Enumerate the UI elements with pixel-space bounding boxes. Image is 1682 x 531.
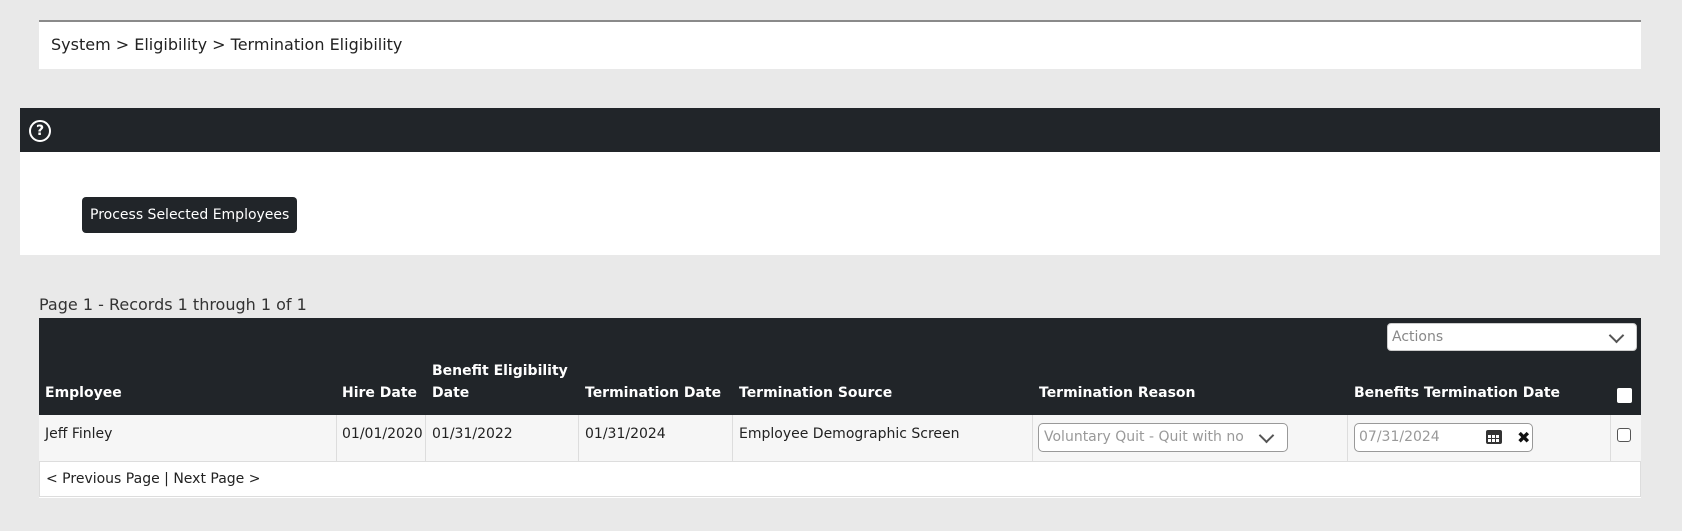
- column-header-employee[interactable]: Employee: [45, 382, 122, 404]
- process-selected-employees-button[interactable]: Process Selected Employees: [82, 197, 298, 233]
- panel-header: ?: [20, 108, 1660, 152]
- column-header-benefit-eligibility-date[interactable]: Benefit Eligibility Date: [432, 360, 568, 404]
- termination-grid: Actions Employee Hire Date Benefit Eligi…: [39, 318, 1641, 498]
- next-page-link[interactable]: Next Page >: [173, 471, 260, 487]
- employee-panel: ? Process Selected Employees: [20, 108, 1660, 255]
- cell-termination-date: 01/31/2024: [585, 426, 666, 442]
- termination-reason-value: Voluntary Quit - Quit with no ...: [1044, 429, 1249, 445]
- pager-separator: |: [164, 471, 169, 487]
- close-icon[interactable]: ✖: [1517, 424, 1530, 451]
- column-header-termination-date[interactable]: Termination Date: [585, 382, 721, 404]
- records-summary: Page 1 - Records 1 through 1 of 1: [39, 295, 307, 314]
- column-header-benefit-eligibility-line2: Date: [432, 385, 470, 401]
- previous-page-link[interactable]: < Previous Page: [46, 471, 160, 487]
- cell-employee: Jeff Finley: [45, 426, 113, 442]
- chevron-down-icon: [1608, 327, 1625, 344]
- column-header-termination-reason[interactable]: Termination Reason: [1039, 382, 1195, 404]
- grid-header: Actions Employee Hire Date Benefit Eligi…: [39, 318, 1641, 415]
- row-select-checkbox[interactable]: [1617, 428, 1631, 442]
- cell-termination-source: Employee Demographic Screen: [739, 426, 960, 442]
- column-header-benefits-termination-date[interactable]: Benefits Termination Date: [1354, 382, 1560, 404]
- grid-pager: < Previous Page | Next Page >: [39, 462, 1641, 497]
- termination-reason-select[interactable]: Voluntary Quit - Quit with no ...: [1038, 423, 1288, 452]
- select-all-checkbox[interactable]: [1617, 388, 1632, 403]
- table-row: Jeff Finley 01/01/2020 01/31/2022 01/31/…: [39, 415, 1641, 462]
- column-header-benefit-eligibility-line1: Benefit Eligibility: [432, 363, 568, 379]
- help-icon[interactable]: ?: [29, 120, 51, 142]
- calendar-icon[interactable]: [1486, 430, 1502, 444]
- cell-benefit-eligibility-date: 01/31/2022: [432, 426, 513, 442]
- actions-dropdown[interactable]: Actions: [1387, 323, 1637, 351]
- column-header-termination-source[interactable]: Termination Source: [739, 382, 892, 404]
- benefits-termination-date-field[interactable]: 07/31/2024 ✖: [1354, 423, 1533, 452]
- benefits-termination-date-value: 07/31/2024: [1359, 429, 1440, 445]
- cell-hire-date: 01/01/2020: [342, 426, 423, 442]
- actions-dropdown-label: Actions: [1392, 329, 1444, 345]
- column-header-hire-date[interactable]: Hire Date: [342, 382, 417, 404]
- chevron-down-icon: [1258, 427, 1275, 444]
- breadcrumb: System > Eligibility > Termination Eligi…: [51, 35, 403, 54]
- breadcrumb-bar: System > Eligibility > Termination Eligi…: [39, 20, 1641, 69]
